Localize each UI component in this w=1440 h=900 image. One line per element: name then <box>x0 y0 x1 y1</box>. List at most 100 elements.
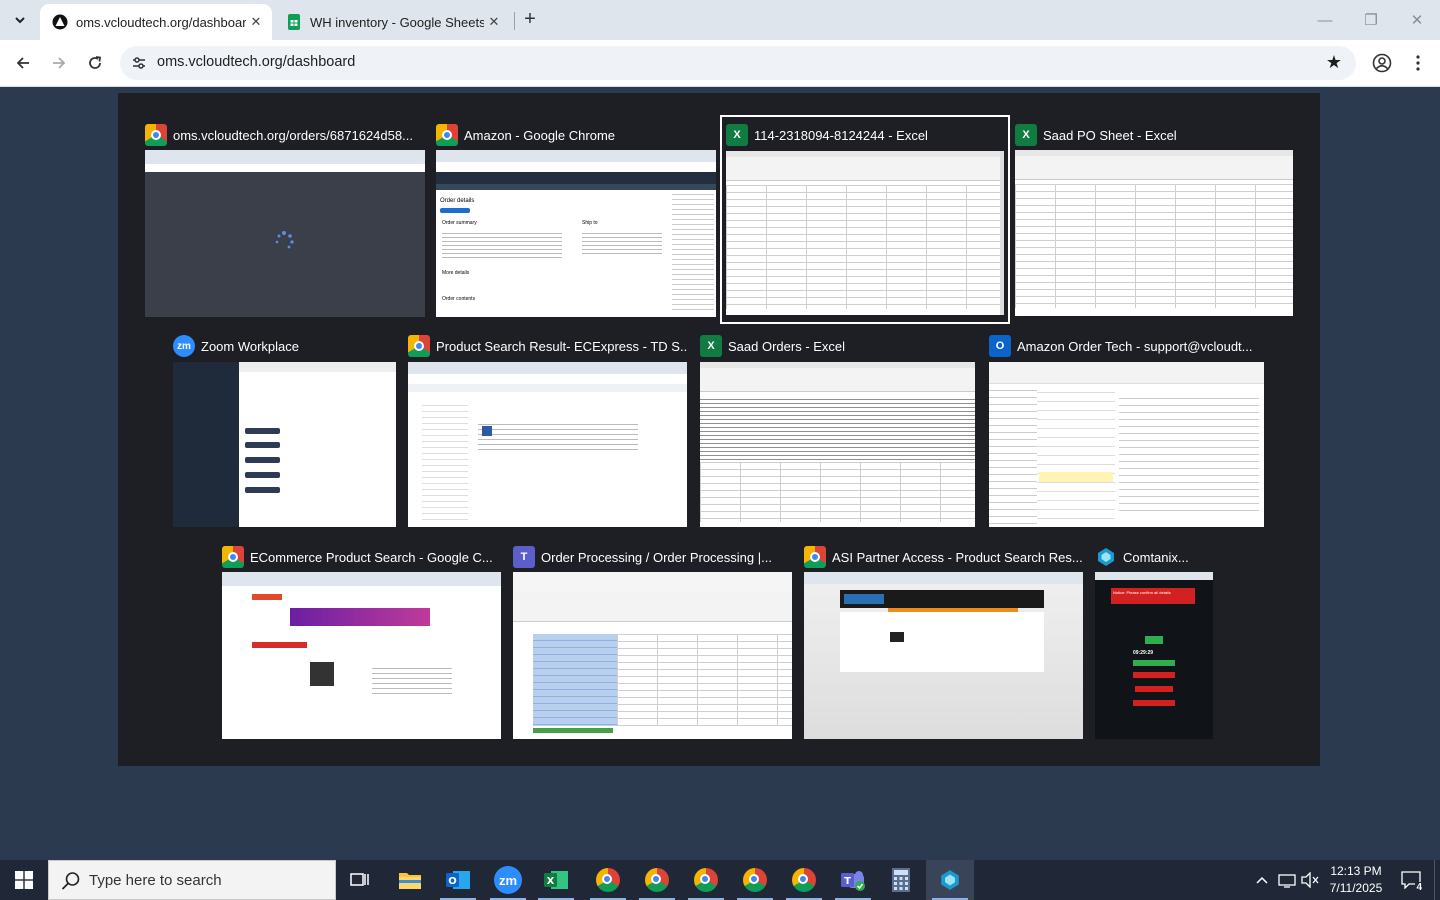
taskbar-zoom[interactable]: zm <box>484 860 532 900</box>
profile-icon <box>1372 53 1392 73</box>
window-title: Amazon Order Tech - support@vcloudt... <box>1017 338 1253 354</box>
task-view-button[interactable] <box>336 860 384 900</box>
window-thumbnail <box>989 362 1264 527</box>
network-button[interactable] <box>1276 860 1298 900</box>
menu-button[interactable] <box>1403 48 1433 78</box>
taskbar-outlook[interactable]: O <box>434 860 482 900</box>
window-thumbnail <box>513 572 792 739</box>
taskbar-chrome-1[interactable] <box>584 860 632 900</box>
close-icon[interactable]: ✕ <box>484 12 504 32</box>
arrow-left-icon <box>16 57 29 69</box>
window-thumbnail <box>804 572 1083 739</box>
search-placeholder: Type here to search <box>89 872 222 889</box>
svg-text:T: T <box>844 876 851 887</box>
restore-button[interactable]: ❐ <box>1348 0 1394 40</box>
clock-time: 12:13 PM <box>1330 864 1382 878</box>
taskbar-comtanix[interactable] <box>926 860 974 900</box>
browser-toolbar: oms.vcloudtech.org/dashboard ★ <box>0 40 1440 87</box>
window-title: Product Search Result- ECExpress - TD S.… <box>436 338 687 354</box>
window-thumbnail <box>145 150 425 317</box>
show-desktop-button[interactable] <box>1434 860 1440 900</box>
back-button[interactable] <box>8 48 38 78</box>
taskbar-calculator[interactable] <box>877 860 925 900</box>
site-info-icon[interactable] <box>130 54 148 72</box>
teams-icon: T <box>513 546 535 568</box>
window-thumbnail: Order details Order summary Ship to More… <box>436 150 716 317</box>
address-bar[interactable]: oms.vcloudtech.org/dashboard ★ <box>120 46 1356 80</box>
close-icon[interactable]: ✕ <box>246 12 266 32</box>
loading-spinner-icon <box>275 231 294 249</box>
taskbar-search-box[interactable]: Type here to search <box>48 860 336 900</box>
svg-text:O: O <box>448 876 457 887</box>
tab-wh-inventory[interactable]: WH inventory - Google Sheets ✕ <box>274 4 510 40</box>
taskbar-chrome-2[interactable] <box>633 860 681 900</box>
window-title: ASI Partner Access - Product Search Res.… <box>832 549 1083 565</box>
window-title: Comtanix... <box>1123 549 1189 565</box>
show-hidden-icons-button[interactable] <box>1252 860 1272 900</box>
outlook-icon: O <box>989 335 1011 357</box>
task-window-oms-orders[interactable]: oms.vcloudtech.org/orders/6871624d58... <box>145 120 425 320</box>
taskbar-chrome-5[interactable] <box>780 860 828 900</box>
task-window-saad-orders[interactable]: X Saad Orders - Excel <box>700 331 975 531</box>
window-title: Saad Orders - Excel <box>728 338 846 354</box>
site-favicon-icon <box>52 14 68 30</box>
svg-text:X: X <box>547 876 555 887</box>
outlook-icon: O <box>446 871 470 889</box>
taskbar-excel[interactable]: X <box>532 860 580 900</box>
tab-title: oms.vcloudtech.org/dashboard <box>76 14 246 30</box>
new-tab-button[interactable]: + <box>520 9 540 30</box>
reload-button[interactable] <box>80 48 110 78</box>
google-sheets-icon <box>288 14 300 30</box>
excel-icon: X <box>1015 124 1037 146</box>
tab-separator <box>514 12 515 30</box>
clock-date: 7/11/2025 <box>1329 881 1383 895</box>
comtanix-icon <box>941 870 959 890</box>
window-thumbnail <box>222 572 501 739</box>
chrome-icon <box>804 546 826 568</box>
start-button[interactable] <box>0 860 48 900</box>
chrome-icon <box>145 124 167 146</box>
task-window-outlook[interactable]: O Amazon Order Tech - support@vcloudt... <box>989 331 1264 531</box>
task-window-amazon[interactable]: Amazon - Google Chrome Order details Ord… <box>436 120 716 320</box>
forward-button[interactable] <box>44 48 74 78</box>
task-window-excel-order[interactable]: X 114-2318094-8124244 - Excel <box>720 115 1010 324</box>
notification-center-button[interactable]: 4 <box>1396 860 1426 900</box>
task-window-ecommerce-search[interactable]: ECommerce Product Search - Google C... <box>222 542 501 742</box>
tab-dashboard[interactable]: oms.vcloudtech.org/dashboard ✕ <box>40 4 272 40</box>
task-window-saad-po-sheet[interactable]: X Saad PO Sheet - Excel <box>1015 120 1293 320</box>
minimize-button[interactable]: — <box>1302 0 1348 40</box>
excel-icon: X <box>544 871 568 889</box>
task-window-zoom[interactable]: zm Zoom Workplace <box>173 331 396 531</box>
calculator-icon <box>892 868 910 892</box>
zoom-icon: zm <box>173 335 195 357</box>
close-window-button[interactable]: ✕ <box>1394 0 1440 40</box>
folder-icon <box>399 873 421 889</box>
tab-search-button[interactable] <box>8 8 32 32</box>
notification-count-badge: 4 <box>1415 882 1423 893</box>
taskbar-file-explorer[interactable] <box>386 860 434 900</box>
windows-logo-icon <box>15 871 33 889</box>
taskbar-teams[interactable]: T <box>829 860 877 900</box>
search-icon <box>61 872 80 890</box>
taskbar-chrome-3[interactable] <box>682 860 730 900</box>
system-clock[interactable]: 12:13 PM 7/11/2025 <box>1316 863 1396 897</box>
window-title: ECommerce Product Search - Google C... <box>250 549 493 565</box>
chrome-icon <box>645 868 669 892</box>
chrome-icon <box>792 868 816 892</box>
taskbar-chrome-4[interactable] <box>731 860 779 900</box>
task-window-teams[interactable]: T Order Processing / Order Processing |.… <box>513 542 792 742</box>
task-view-icon <box>350 873 369 886</box>
chrome-icon <box>743 868 767 892</box>
bookmark-star-icon[interactable]: ★ <box>1326 52 1342 73</box>
chrome-icon <box>408 335 430 357</box>
task-window-comtanix[interactable]: Comtanix... Notice: Please confirm all d… <box>1095 542 1217 742</box>
chevron-up-icon <box>1256 876 1268 884</box>
chrome-icon <box>436 124 458 146</box>
teams-icon: T <box>841 871 865 891</box>
task-window-asi-partner[interactable]: ASI Partner Access - Product Search Res.… <box>804 542 1083 742</box>
task-window-ecexpress[interactable]: Product Search Result- ECExpress - TD S.… <box>408 331 687 531</box>
window-thumbnail <box>1015 150 1293 316</box>
profile-button[interactable] <box>1367 48 1397 78</box>
chevron-down-icon <box>15 17 25 24</box>
taskbar: Type here to search O zm X T 12:13 PM 7/… <box>0 860 1440 900</box>
